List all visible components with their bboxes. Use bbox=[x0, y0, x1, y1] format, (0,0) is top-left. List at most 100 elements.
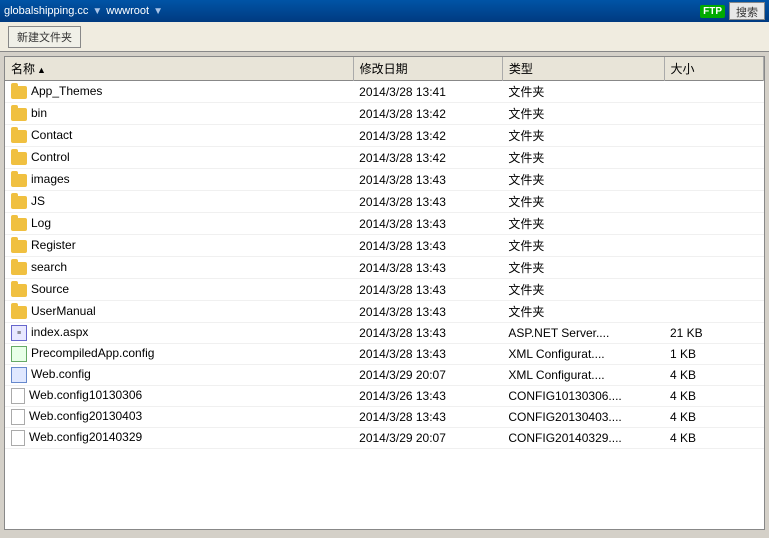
file-name: JS bbox=[31, 194, 45, 208]
folder-icon bbox=[11, 130, 27, 143]
file-size bbox=[664, 81, 764, 103]
file-name: Web.config10130306 bbox=[29, 388, 142, 402]
file-name-cell: Web.config bbox=[5, 365, 353, 386]
file-size bbox=[664, 125, 764, 147]
file-type: 文件夹 bbox=[502, 147, 664, 169]
table-row[interactable]: Contact2014/3/28 13:42文件夹 bbox=[5, 125, 764, 147]
file-name: PrecompiledApp.config bbox=[31, 346, 154, 360]
file-name: Web.config bbox=[31, 367, 91, 381]
table-row[interactable]: Log 2014/3/28 13:43文件夹 bbox=[5, 213, 764, 235]
config-icon bbox=[11, 346, 27, 362]
file-size bbox=[664, 191, 764, 213]
folder-icon bbox=[11, 284, 27, 297]
file-name-cell: images bbox=[5, 169, 353, 191]
file-type: XML Configurat.... bbox=[502, 365, 664, 386]
file-name-cell: search bbox=[5, 257, 353, 279]
file-type: ASP.NET Server.... bbox=[502, 323, 664, 344]
file-name: App_Themes bbox=[31, 84, 102, 98]
file-table: 名称▲ 修改日期 类型 大小 App_Themes2014/3/28 13:41… bbox=[5, 57, 764, 449]
file-date: 2014/3/28 13:43 bbox=[353, 344, 502, 365]
file-date: 2014/3/28 13:43 bbox=[353, 301, 502, 323]
folder-icon bbox=[11, 108, 27, 121]
file-size bbox=[664, 257, 764, 279]
table-row[interactable]: Web.config201403292014/3/29 20:07CONFIG2… bbox=[5, 428, 764, 449]
file-name: Register bbox=[31, 238, 76, 252]
path-separator: ▼ bbox=[92, 6, 102, 17]
file-date: 2014/3/28 13:43 bbox=[353, 257, 502, 279]
file-container: 名称▲ 修改日期 类型 大小 App_Themes2014/3/28 13:41… bbox=[4, 56, 765, 530]
file-name-cell: Contact bbox=[5, 125, 353, 147]
table-row[interactable]: Web.config201304032014/3/28 13:43CONFIG2… bbox=[5, 407, 764, 428]
sort-arrow: ▲ bbox=[37, 65, 46, 75]
file-size: 4 KB bbox=[664, 386, 764, 407]
file-name-cell: PrecompiledApp.config bbox=[5, 344, 353, 365]
col-header-type[interactable]: 类型 bbox=[502, 57, 664, 81]
aspx-icon: ≡ bbox=[11, 325, 27, 341]
table-row[interactable]: images2014/3/28 13:43文件夹 bbox=[5, 169, 764, 191]
file-name: bin bbox=[31, 106, 47, 120]
file-list: App_Themes2014/3/28 13:41文件夹 bin 2014/3/28… bbox=[5, 81, 764, 449]
plain-file-icon bbox=[11, 409, 25, 425]
file-name: Log bbox=[31, 216, 51, 230]
ftp-root: wwwroot bbox=[106, 5, 149, 17]
folder-icon bbox=[11, 218, 27, 231]
file-date: 2014/3/29 20:07 bbox=[353, 365, 502, 386]
table-row[interactable]: App_Themes2014/3/28 13:41文件夹 bbox=[5, 81, 764, 103]
file-name: Contact bbox=[31, 128, 72, 142]
table-row[interactable]: search2014/3/28 13:43文件夹 bbox=[5, 257, 764, 279]
folder-icon bbox=[11, 174, 27, 187]
file-date: 2014/3/28 13:42 bbox=[353, 103, 502, 125]
file-name: images bbox=[31, 172, 70, 186]
table-row[interactable]: bin2014/3/28 13:42文件夹 bbox=[5, 103, 764, 125]
file-type: 文件夹 bbox=[502, 257, 664, 279]
file-size: 4 KB bbox=[664, 407, 764, 428]
file-name: Web.config20130403 bbox=[29, 409, 142, 423]
file-type: 文件夹 bbox=[502, 191, 664, 213]
file-name: Control bbox=[31, 150, 70, 164]
file-date: 2014/3/26 13:43 bbox=[353, 386, 502, 407]
file-date: 2014/3/28 13:43 bbox=[353, 279, 502, 301]
root-arrow: ▼ bbox=[153, 6, 163, 17]
file-type: 文件夹 bbox=[502, 235, 664, 257]
col-header-size[interactable]: 大小 bbox=[664, 57, 764, 81]
table-row[interactable]: Control2014/3/28 13:42文件夹 bbox=[5, 147, 764, 169]
file-date: 2014/3/28 13:43 bbox=[353, 213, 502, 235]
table-row[interactable]: Register2014/3/28 13:43文件夹 bbox=[5, 235, 764, 257]
file-name-cell: Web.config20130403 bbox=[5, 407, 353, 428]
ftp-badge: FTP bbox=[700, 5, 725, 18]
title-bar-actions: FTP 搜索 bbox=[700, 2, 765, 20]
col-header-date[interactable]: 修改日期 bbox=[353, 57, 502, 81]
col-header-name[interactable]: 名称▲ bbox=[5, 57, 353, 81]
file-type: 文件夹 bbox=[502, 301, 664, 323]
file-date: 2014/3/28 13:43 bbox=[353, 169, 502, 191]
file-type: CONFIG20130403.... bbox=[502, 407, 664, 428]
web-config-icon bbox=[11, 367, 27, 383]
file-type: CONFIG10130306.... bbox=[502, 386, 664, 407]
table-row[interactable]: JS2014/3/28 13:43文件夹 bbox=[5, 191, 764, 213]
file-type: 文件夹 bbox=[502, 279, 664, 301]
table-row[interactable]: UserManual2014/3/28 13:43文件夹 bbox=[5, 301, 764, 323]
new-folder-button[interactable]: 新建文件夹 bbox=[8, 26, 81, 48]
search-button[interactable]: 搜索 bbox=[729, 2, 765, 20]
file-name-cell: ≡index.aspx bbox=[5, 323, 353, 344]
file-size bbox=[664, 147, 764, 169]
table-row[interactable]: ≡index.aspx2014/3/28 13:43ASP.NET Server… bbox=[5, 323, 764, 344]
file-type: 文件夹 bbox=[502, 213, 664, 235]
file-size bbox=[664, 169, 764, 191]
file-size bbox=[664, 103, 764, 125]
file-name-cell: Log bbox=[5, 213, 353, 235]
folder-icon bbox=[11, 306, 27, 319]
table-row[interactable]: Web.config 2014/3/29 20:07XML Configurat.… bbox=[5, 365, 764, 386]
file-type: 文件夹 bbox=[502, 125, 664, 147]
table-header: 名称▲ 修改日期 类型 大小 bbox=[5, 57, 764, 81]
file-name: Source bbox=[31, 282, 69, 296]
file-type: CONFIG20140329.... bbox=[502, 428, 664, 449]
folder-icon bbox=[11, 240, 27, 253]
file-name-cell: JS bbox=[5, 191, 353, 213]
file-name-cell: Web.config20140329 bbox=[5, 428, 353, 449]
file-name-cell: Register bbox=[5, 235, 353, 257]
table-row[interactable]: PrecompiledApp.config2014/3/28 13:43XML … bbox=[5, 344, 764, 365]
table-row[interactable]: Web.config10130306 2014/3/26 13:43CONFIG1… bbox=[5, 386, 764, 407]
file-size bbox=[664, 279, 764, 301]
table-row[interactable]: Source 2014/3/28 13:43文件夹 bbox=[5, 279, 764, 301]
